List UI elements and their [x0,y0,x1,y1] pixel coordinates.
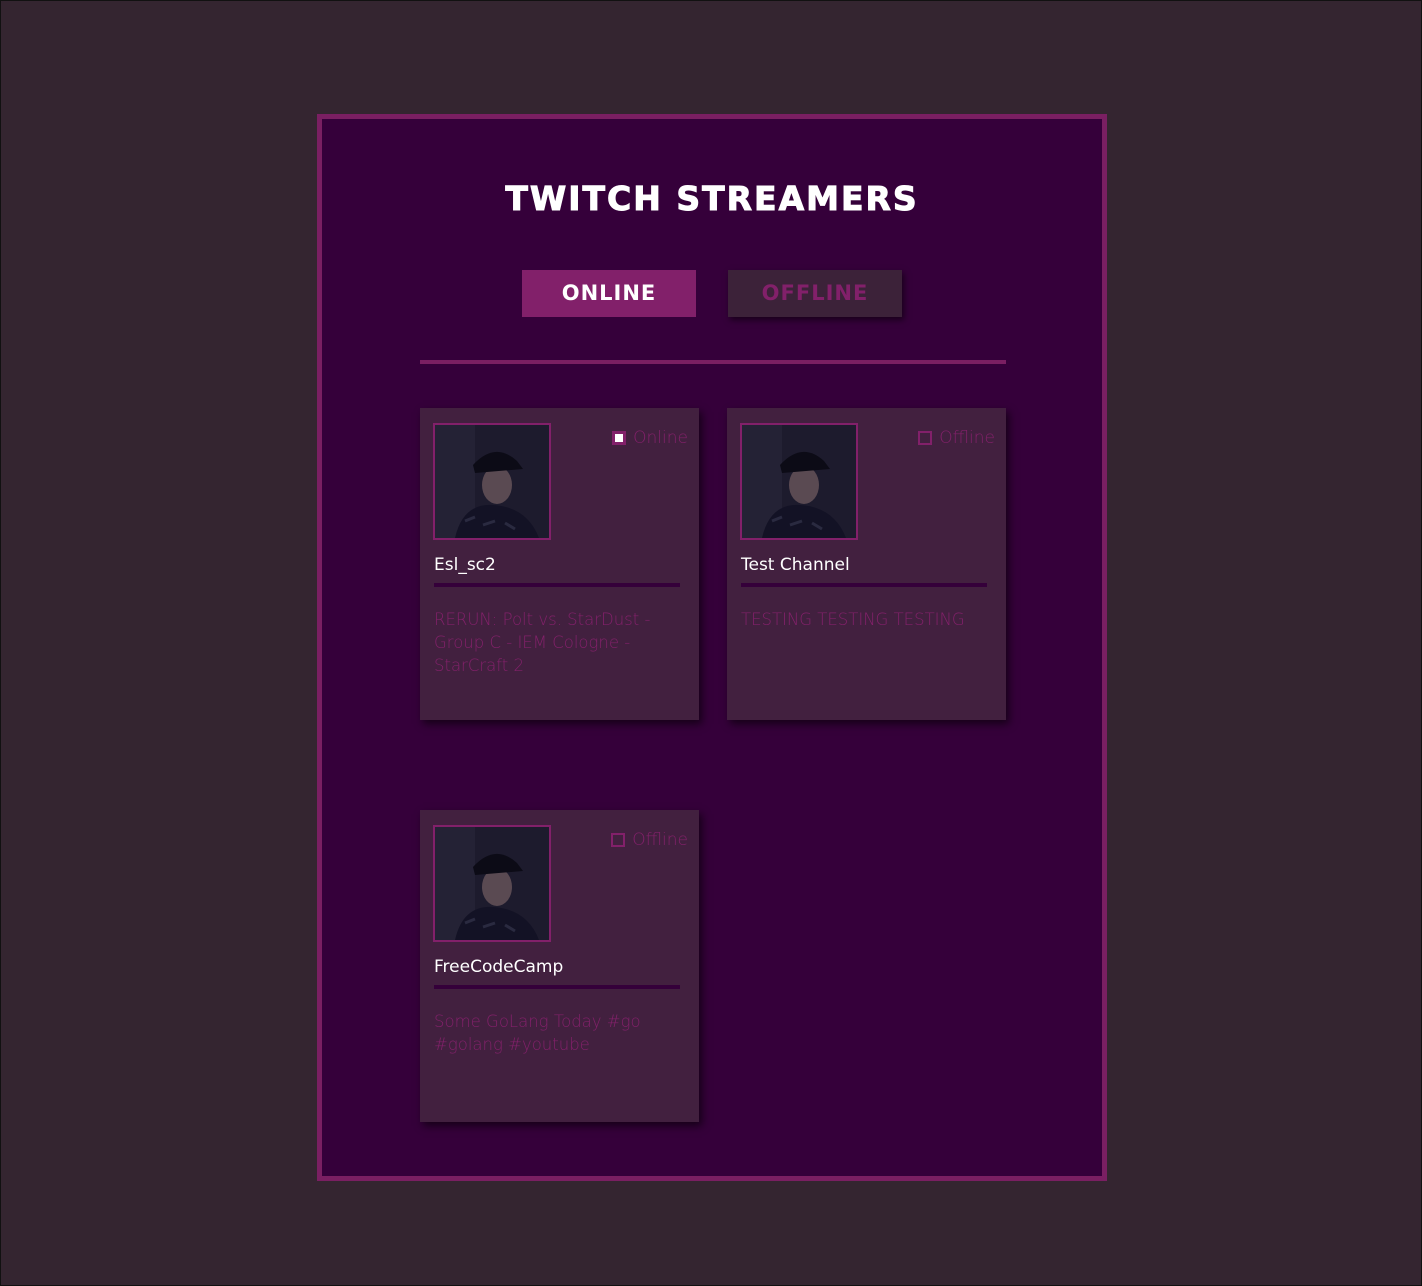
streamer-card[interactable]: Offline Test Channel TESTING TESTING TES… [727,408,1006,720]
status-label: Offline [632,830,688,850]
stream-description: TESTING TESTING TESTING [741,610,965,629]
person-with-cap-photo-icon [742,425,856,538]
status-checkbox-icon [918,431,933,445]
status-checkbox-icon [612,431,627,445]
status-label: Online [633,428,688,448]
person-with-cap-photo-icon [435,425,549,538]
avatar [740,423,858,540]
person-with-cap-photo-icon [435,827,549,940]
card-divider [434,985,680,989]
streamer-name[interactable]: Esl_sc2 [434,555,496,575]
status-checkbox-icon [611,833,626,847]
card-divider [741,583,987,587]
header-divider [420,360,1006,364]
status-indicator: Offline [611,830,688,850]
stream-description: RERUN: Polt vs. StarDust - Group C - IEM… [434,610,651,675]
online-filter-button[interactable]: ONLINE [522,270,696,317]
streamer-name[interactable]: FreeCodeCamp [434,957,563,977]
streamer-card[interactable]: Online Esl_sc2 RERUN: Polt vs. StarDust … [420,408,699,720]
status-label: Offline [939,428,995,448]
status-indicator: Offline [918,428,995,448]
streamer-name[interactable]: Test Channel [741,555,850,575]
avatar [433,423,551,540]
streamers-panel: TWITCH STREAMERS ONLINE OFFLINE Online E… [317,114,1107,1181]
stream-description: Some GoLang Today #go #golang #youtube [434,1012,641,1054]
page-title: TWITCH STREAMERS [505,179,919,219]
avatar [433,825,551,942]
status-indicator: Online [612,428,688,448]
streamer-card[interactable]: Offline FreeCodeCamp Some GoLang Today #… [420,810,699,1122]
card-divider [434,583,680,587]
offline-filter-button[interactable]: OFFLINE [728,270,902,317]
